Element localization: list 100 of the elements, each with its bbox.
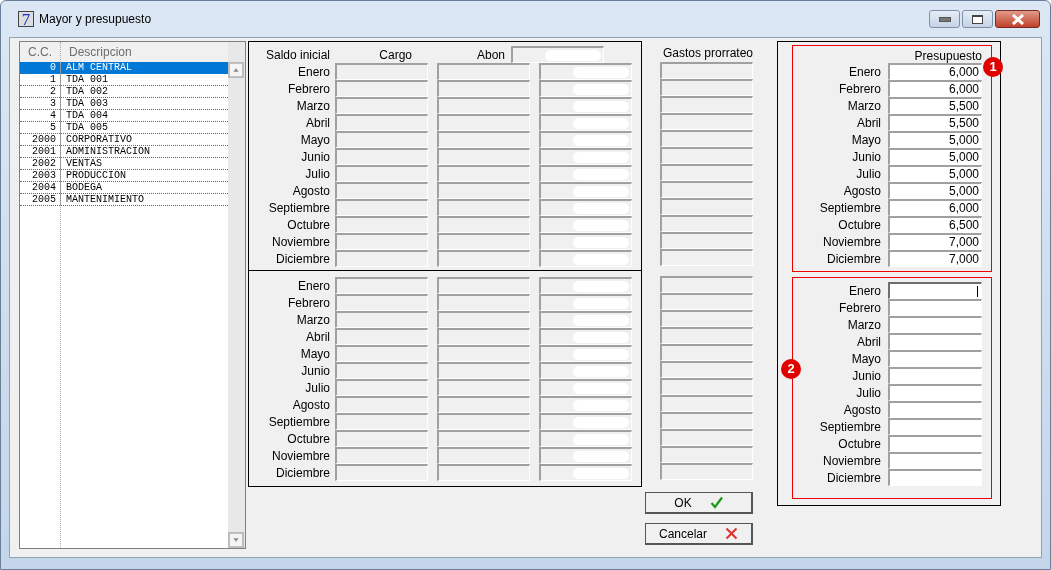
amount-field[interactable] <box>539 97 632 114</box>
budget-field[interactable]: 5,500 <box>888 114 982 131</box>
amount-field[interactable] <box>660 198 753 215</box>
amount-field[interactable] <box>539 199 632 216</box>
amount-field[interactable] <box>437 379 530 396</box>
budget-field[interactable] <box>888 299 982 316</box>
amount-field[interactable] <box>539 396 632 413</box>
amount-field[interactable] <box>335 80 428 97</box>
amount-field[interactable] <box>335 447 428 464</box>
amount-field[interactable] <box>437 311 530 328</box>
amount-field[interactable] <box>660 79 753 96</box>
amount-field[interactable] <box>660 395 753 412</box>
list-row[interactable]: 0 ALM CENTRAL <box>20 62 228 74</box>
amount-field[interactable] <box>660 310 753 327</box>
budget-field[interactable]: 7,000 <box>888 233 982 250</box>
budget-field[interactable]: 6,500 <box>888 216 982 233</box>
amount-field[interactable] <box>660 164 753 181</box>
amount-field[interactable] <box>437 464 530 481</box>
amount-field[interactable] <box>539 413 632 430</box>
amount-field[interactable] <box>660 62 753 79</box>
amount-field[interactable] <box>539 447 632 464</box>
amount-field[interactable] <box>539 464 632 481</box>
amount-field[interactable] <box>660 378 753 395</box>
amount-field[interactable] <box>437 216 530 233</box>
budget-field[interactable] <box>888 367 982 384</box>
amount-field[interactable] <box>437 413 530 430</box>
budget-field[interactable] <box>888 282 982 299</box>
amount-field[interactable] <box>335 165 428 182</box>
amount-field[interactable] <box>539 362 632 379</box>
amount-field[interactable] <box>660 327 753 344</box>
amount-field[interactable] <box>539 182 632 199</box>
amount-field[interactable] <box>539 216 632 233</box>
column-header[interactable]: Descripcion <box>61 42 132 62</box>
budget-field[interactable] <box>888 384 982 401</box>
budget-field[interactable] <box>888 350 982 367</box>
amount-field[interactable] <box>539 328 632 345</box>
amount-field[interactable] <box>335 277 428 294</box>
budget-field[interactable] <box>888 333 982 350</box>
amount-field[interactable] <box>335 182 428 199</box>
amount-field[interactable] <box>335 345 428 362</box>
amount-field[interactable] <box>539 165 632 182</box>
amount-field[interactable] <box>437 250 530 267</box>
amount-field[interactable] <box>437 182 530 199</box>
amount-field[interactable] <box>437 277 530 294</box>
budget-field[interactable] <box>888 435 982 452</box>
amount-field[interactable] <box>660 147 753 164</box>
budget-field[interactable]: 6,000 <box>888 63 982 80</box>
amount-field[interactable] <box>335 379 428 396</box>
amount-field[interactable] <box>335 362 428 379</box>
budget-field[interactable] <box>888 418 982 435</box>
budget-field[interactable] <box>888 452 982 469</box>
close-button[interactable] <box>995 10 1040 28</box>
amount-field[interactable] <box>539 114 632 131</box>
amount-field[interactable] <box>437 97 530 114</box>
amount-field[interactable] <box>660 446 753 463</box>
amount-field[interactable] <box>539 250 632 267</box>
amount-field[interactable] <box>437 131 530 148</box>
amount-field[interactable] <box>437 447 530 464</box>
amount-field[interactable] <box>335 430 428 447</box>
budget-field[interactable]: 7,000 <box>888 250 982 267</box>
amount-field[interactable] <box>539 379 632 396</box>
amount-field[interactable] <box>335 63 428 80</box>
amount-field[interactable] <box>335 114 428 131</box>
cancel-button[interactable]: Cancelar <box>645 523 753 545</box>
amount-field[interactable] <box>335 328 428 345</box>
amount-field[interactable] <box>335 250 428 267</box>
budget-field[interactable] <box>888 316 982 333</box>
budget-field[interactable]: 5,000 <box>888 131 982 148</box>
amount-field[interactable] <box>539 131 632 148</box>
budget-field[interactable]: 5,000 <box>888 148 982 165</box>
amount-field[interactable] <box>539 294 632 311</box>
amount-field[interactable] <box>660 429 753 446</box>
amount-field[interactable] <box>660 276 753 293</box>
amount-field[interactable] <box>660 249 753 266</box>
amount-field[interactable] <box>539 277 632 294</box>
amount-field[interactable] <box>437 345 530 362</box>
amount-field[interactable] <box>660 463 753 480</box>
amount-field[interactable] <box>335 97 428 114</box>
amount-field[interactable] <box>335 216 428 233</box>
amount-field[interactable] <box>335 413 428 430</box>
amount-field[interactable] <box>335 199 428 216</box>
amount-field[interactable] <box>335 148 428 165</box>
amount-field[interactable] <box>660 181 753 198</box>
amount-field[interactable] <box>437 233 530 250</box>
amount-field[interactable] <box>539 345 632 362</box>
minimize-button[interactable] <box>929 10 960 28</box>
budget-field[interactable]: 6,000 <box>888 80 982 97</box>
amount-field[interactable] <box>660 361 753 378</box>
budget-field[interactable] <box>888 469 982 486</box>
budget-field[interactable]: 5,000 <box>888 165 982 182</box>
amount-field[interactable] <box>539 63 632 80</box>
budget-field[interactable] <box>888 401 982 418</box>
amount-field[interactable] <box>437 396 530 413</box>
amount-field[interactable] <box>437 199 530 216</box>
amount-field[interactable] <box>539 233 632 250</box>
budget-field[interactable]: 5,000 <box>888 182 982 199</box>
amount-field[interactable] <box>539 311 632 328</box>
amount-field[interactable] <box>660 215 753 232</box>
amount-field[interactable] <box>539 148 632 165</box>
amount-field[interactable] <box>660 113 753 130</box>
